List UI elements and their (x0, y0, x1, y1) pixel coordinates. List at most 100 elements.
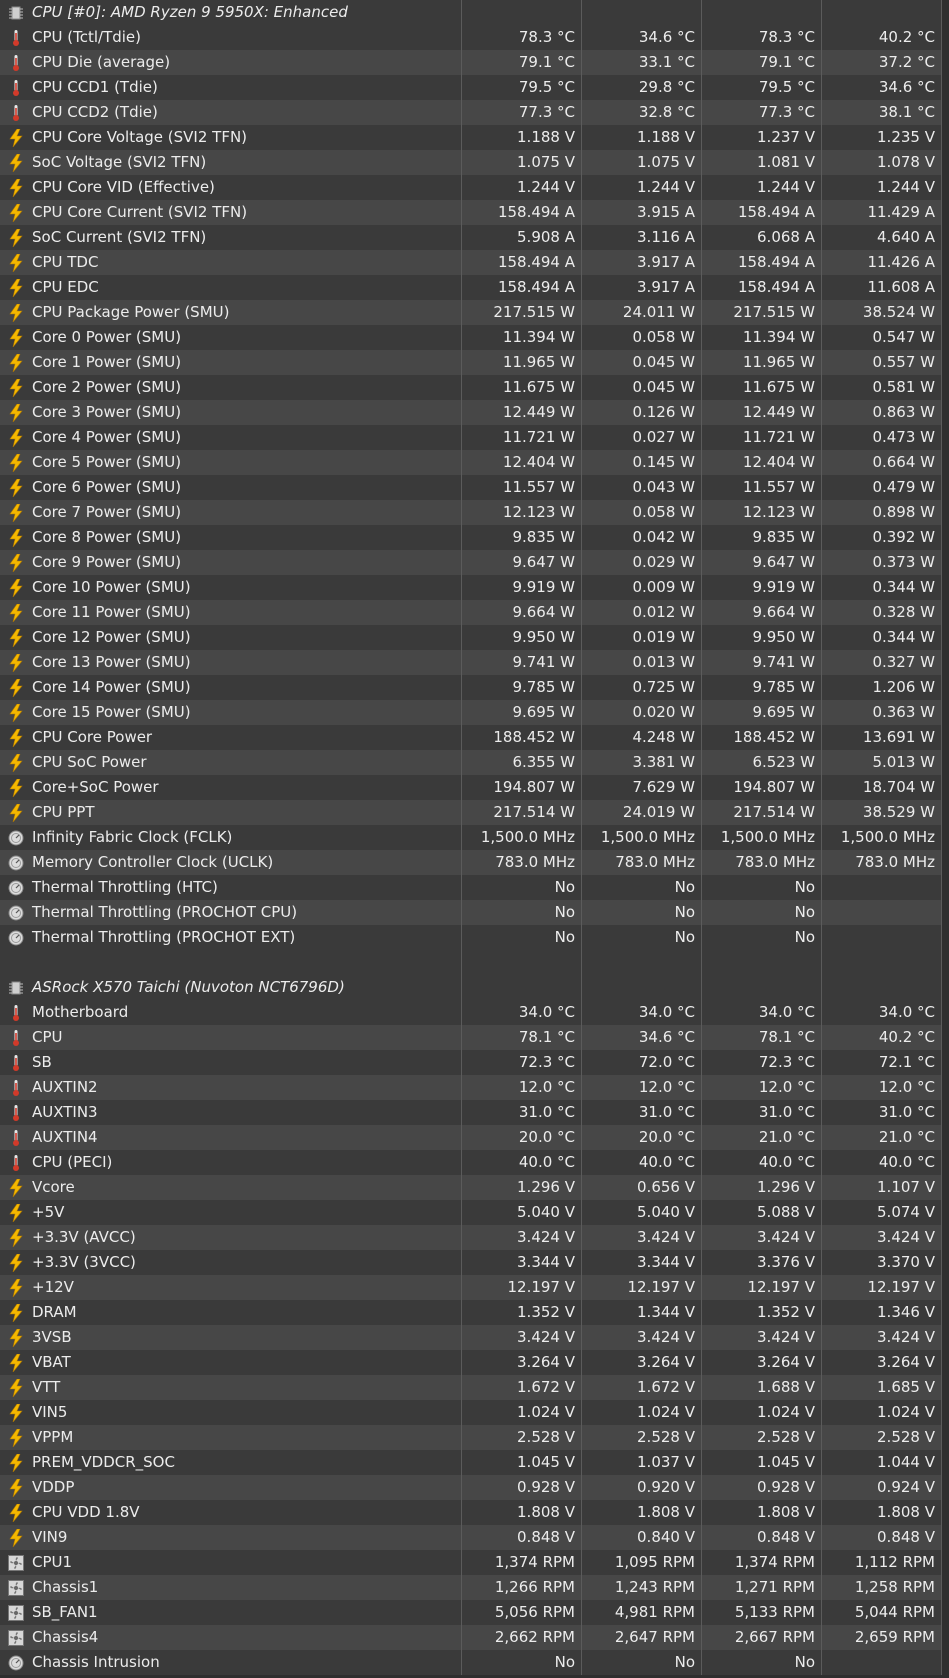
max-value: 1.237 V (702, 125, 822, 150)
chip-icon (8, 979, 24, 997)
sensor-label-cell: CPU VDD 1.8V (0, 1500, 462, 1525)
min-value: 3.915 A (582, 200, 702, 225)
max-value: 3.424 V (702, 1225, 822, 1250)
sensor-row-core-13-power-smu[interactable]: Core 13 Power (SMU) 9.741 W 0.013 W 9.741 W… (0, 650, 942, 675)
sensor-label-cell: AUXTIN3 (0, 1100, 462, 1125)
section-header[interactable]: ASRock X570 Taichi (Nuvoton NCT6796D) (0, 975, 942, 1000)
thermometer-icon (8, 29, 24, 47)
header-cell (462, 0, 582, 25)
sensor-row-cpu-die-average[interactable]: CPU Die (average) 79.1 °C 33.1 °C 79.1 °C 37… (0, 50, 942, 75)
average-value: 783.0 MHz (822, 850, 942, 875)
sensor-row-core-4-power-smu[interactable]: Core 4 Power (SMU) 11.721 W 0.027 W 11.721 … (0, 425, 942, 450)
lightning-icon (8, 1478, 24, 1497)
sensor-row-core-9-power-smu[interactable]: Core 9 Power (SMU) 9.647 W 0.029 W 9.647 W0… (0, 550, 942, 575)
average-value: 37.2 °C (822, 50, 942, 75)
sensor-row-cpu-core-current-svi2-tfn[interactable]: CPU Core Current (SVI2 TFN) 158.494 A 3.91… (0, 200, 942, 225)
sensor-row-memory-controller-clock-uclk[interactable]: Memory Controller Clock (UCLK) 783.0 MHz 7… (0, 850, 942, 875)
sensor-label-cell: CPU CCD1 (Tdie) (0, 75, 462, 100)
current-value: No (462, 875, 582, 900)
sensor-row-core-8-power-smu[interactable]: Core 8 Power (SMU) 9.835 W 0.042 W 9.835 W0… (0, 525, 942, 550)
sensor-row-cpu-ccd1-tdie[interactable]: CPU CCD1 (Tdie) 79.5 °C 29.8 °C 79.5 °C 34.6… (0, 75, 942, 100)
sensor-row-core-soc-power[interactable]: Core+SoC Power 194.807 W 7.629 W 194.807 W1… (0, 775, 942, 800)
sensor-row-auxtin2[interactable]: AUXTIN2 12.0 °C 12.0 °C 12.0 °C 12.0 °C (0, 1075, 942, 1100)
sensor-row-3-3v-3vcc[interactable]: +3.3V (3VCC) 3.344 V 3.344 V 3.376 V 3.370 V (0, 1250, 942, 1275)
sensor-row-core-2-power-smu[interactable]: Core 2 Power (SMU) 11.675 W 0.045 W 11.675 … (0, 375, 942, 400)
sensor-row-5v[interactable]: +5V 5.040 V 5.040 V 5.088 V 5.074 V (0, 1200, 942, 1225)
sensor-row-sb[interactable]: SB 72.3 °C 72.0 °C 72.3 °C 72.1 °C (0, 1050, 942, 1075)
min-value: 3.424 V (582, 1325, 702, 1350)
sensor-label: Core 11 Power (SMU) (32, 603, 191, 621)
sensor-row-core-10-power-smu[interactable]: Core 10 Power (SMU) 9.919 W 0.009 W 9.919 W… (0, 575, 942, 600)
sensor-row-cpu-tctl-tdie[interactable]: CPU (Tctl/Tdie) 78.3 °C 34.6 °C 78.3 °C 40.2… (0, 25, 942, 50)
sensor-row-cpu-tdc[interactable]: CPU TDC 158.494 A 3.917 A 158.494 A 11.426 A (0, 250, 942, 275)
min-value: 24.019 W (582, 800, 702, 825)
current-value: 79.1 °C (462, 50, 582, 75)
max-value: 1.024 V (702, 1400, 822, 1425)
sensor-row-chassis1[interactable]: Chassis1 1,266 RPM 1,243 RPM 1,271 RPM 1,258… (0, 1575, 942, 1600)
average-value: 2,659 RPM (822, 1625, 942, 1650)
average-value: 18.704 W (822, 775, 942, 800)
sensor-row-core-15-power-smu[interactable]: Core 15 Power (SMU) 9.695 W 0.020 W 9.695 W… (0, 700, 942, 725)
sensor-row-core-14-power-smu[interactable]: Core 14 Power (SMU) 9.785 W 0.725 W 9.785 W… (0, 675, 942, 700)
sensor-row-core-3-power-smu[interactable]: Core 3 Power (SMU) 12.449 W 0.126 W 12.449 … (0, 400, 942, 425)
sensor-row-cpu-package-power-smu[interactable]: CPU Package Power (SMU) 217.515 W 24.011 W… (0, 300, 942, 325)
sensor-row-thermal-throttling-prochot-cpu[interactable]: Thermal Throttling (PROCHOT CPU) No No No (0, 900, 942, 925)
sensor-label-cell: Infinity Fabric Clock (FCLK) (0, 825, 462, 850)
sensor-row-3vsb[interactable]: 3VSB 3.424 V 3.424 V 3.424 V 3.424 V (0, 1325, 942, 1350)
sensor-label: Chassis1 (32, 1578, 99, 1596)
sensor-row-cpu-edc[interactable]: CPU EDC 158.494 A 3.917 A 158.494 A 11.608 A (0, 275, 942, 300)
lightning-icon (8, 553, 24, 572)
sensor-row-core-1-power-smu[interactable]: Core 1 Power (SMU) 11.965 W 0.045 W 11.965 … (0, 350, 942, 375)
sensor-row-vppm[interactable]: VPPM 2.528 V 2.528 V 2.528 V 2.528 V (0, 1425, 942, 1450)
average-value: 1.685 V (822, 1375, 942, 1400)
sensor-row-cpu[interactable]: CPU 78.1 °C 34.6 °C 78.1 °C 40.2 °C (0, 1025, 942, 1050)
sensor-row-prem-vddcr-soc[interactable]: PREM_VDDCR_SOC 1.045 V 1.037 V 1.045 V 1.044… (0, 1450, 942, 1475)
lightning-icon (8, 303, 24, 322)
sensor-row-soc-current-svi2-tfn[interactable]: SoC Current (SVI2 TFN) 5.908 A 3.116 A 6.06… (0, 225, 942, 250)
sensor-row-cpu-soc-power[interactable]: CPU SoC Power 6.355 W 3.381 W 6.523 W 5.013 … (0, 750, 942, 775)
sensor-row-vin5[interactable]: VIN5 1.024 V 1.024 V 1.024 V 1.024 V (0, 1400, 942, 1425)
sensor-label-cell: Core 3 Power (SMU) (0, 400, 462, 425)
sensor-row-12v[interactable]: +12V 12.197 V 12.197 V 12.197 V 12.197 V (0, 1275, 942, 1300)
sensor-row-core-0-power-smu[interactable]: Core 0 Power (SMU) 11.394 W 0.058 W 11.394 … (0, 325, 942, 350)
sensor-row-cpu-core-vid-effective[interactable]: CPU Core VID (Effective) 1.244 V 1.244 V 1.… (0, 175, 942, 200)
sensor-row-auxtin3[interactable]: AUXTIN3 31.0 °C 31.0 °C 31.0 °C 31.0 °C (0, 1100, 942, 1125)
sensor-row-cpu-core-voltage-svi2-tfn[interactable]: CPU Core Voltage (SVI2 TFN) 1.188 V 1.188 … (0, 125, 942, 150)
sensor-row-thermal-throttling-prochot-ext[interactable]: Thermal Throttling (PROCHOT EXT) No No No (0, 925, 942, 950)
sensor-row-vbat[interactable]: VBAT 3.264 V 3.264 V 3.264 V 3.264 V (0, 1350, 942, 1375)
sensor-row-cpu-ccd2-tdie[interactable]: CPU CCD2 (Tdie) 77.3 °C 32.8 °C 77.3 °C 38.1… (0, 100, 942, 125)
sensor-row-sb-fan1[interactable]: SB_FAN1 5,056 RPM 4,981 RPM 5,133 RPM 5,044 … (0, 1600, 942, 1625)
sensor-row-chassis-intrusion[interactable]: Chassis Intrusion No No No (0, 1650, 942, 1675)
sensor-row-chassis4[interactable]: Chassis4 2,662 RPM 2,647 RPM 2,667 RPM 2,659… (0, 1625, 942, 1650)
lightning-icon (8, 1453, 24, 1472)
sensor-row-soc-voltage-svi2-tfn[interactable]: SoC Voltage (SVI2 TFN) 1.075 V 1.075 V 1.08… (0, 150, 942, 175)
average-value: 1.024 V (822, 1400, 942, 1425)
sensor-row-cpu-ppt[interactable]: CPU PPT 217.514 W 24.019 W 217.514 W 38.529 … (0, 800, 942, 825)
fan-icon (8, 1579, 24, 1597)
sensor-row-vddp[interactable]: VDDP 0.928 V 0.920 V 0.928 V 0.924 V (0, 1475, 942, 1500)
sensor-row-cpu-peci[interactable]: CPU (PECI) 40.0 °C 40.0 °C 40.0 °C 40.0 °C (0, 1150, 942, 1175)
sensor-row-auxtin4[interactable]: AUXTIN4 20.0 °C 20.0 °C 21.0 °C 21.0 °C (0, 1125, 942, 1150)
sensor-row-core-5-power-smu[interactable]: Core 5 Power (SMU) 12.404 W 0.145 W 12.404 … (0, 450, 942, 475)
thermometer-icon (8, 54, 24, 72)
sensor-row-cpu1[interactable]: CPU1 1,374 RPM 1,095 RPM 1,374 RPM 1,112 RPM (0, 1550, 942, 1575)
sensor-row-thermal-throttling-htc[interactable]: Thermal Throttling (HTC) No No No (0, 875, 942, 900)
sensor-row-cpu-core-power[interactable]: CPU Core Power 188.452 W 4.248 W 188.452 W1… (0, 725, 942, 750)
sensor-row-infinity-fabric-clock-fclk[interactable]: Infinity Fabric Clock (FCLK) 1,500.0 MHz 1… (0, 825, 942, 850)
sensor-row-motherboard[interactable]: Motherboard 34.0 °C 34.0 °C 34.0 °C 34.0 °C (0, 1000, 942, 1025)
sensor-row-core-7-power-smu[interactable]: Core 7 Power (SMU) 12.123 W 0.058 W 12.123 … (0, 500, 942, 525)
sensor-row-cpu-vdd-1-8v[interactable]: CPU VDD 1.8V 1.808 V 1.808 V 1.808 V 1.808 V (0, 1500, 942, 1525)
sensor-row-core-11-power-smu[interactable]: Core 11 Power (SMU) 9.664 W 0.012 W 9.664 W… (0, 600, 942, 625)
min-value: 29.8 °C (582, 75, 702, 100)
sensor-row-dram[interactable]: DRAM 1.352 V 1.344 V 1.352 V 1.346 V (0, 1300, 942, 1325)
average-value: 3.424 V (822, 1225, 942, 1250)
average-value: 1.107 V (822, 1175, 942, 1200)
sensor-row-vin9[interactable]: VIN9 0.848 V 0.840 V 0.848 V 0.848 V (0, 1525, 942, 1550)
sensor-row-core-12-power-smu[interactable]: Core 12 Power (SMU) 9.950 W 0.019 W 9.950 W… (0, 625, 942, 650)
sensor-row-vcore[interactable]: Vcore 1.296 V 0.656 V 1.296 V 1.107 V (0, 1175, 942, 1200)
sensor-row-3-3v-avcc[interactable]: +3.3V (AVCC) 3.424 V 3.424 V 3.424 V 3.424 V (0, 1225, 942, 1250)
sensor-row-core-6-power-smu[interactable]: Core 6 Power (SMU) 11.557 W 0.043 W 11.557 … (0, 475, 942, 500)
section-header[interactable]: CPU [#0]: AMD Ryzen 9 5950X: Enhanced (0, 0, 942, 25)
sensor-row-vtt[interactable]: VTT 1.672 V 1.672 V 1.688 V 1.685 V (0, 1375, 942, 1400)
current-value: 31.0 °C (462, 1100, 582, 1125)
